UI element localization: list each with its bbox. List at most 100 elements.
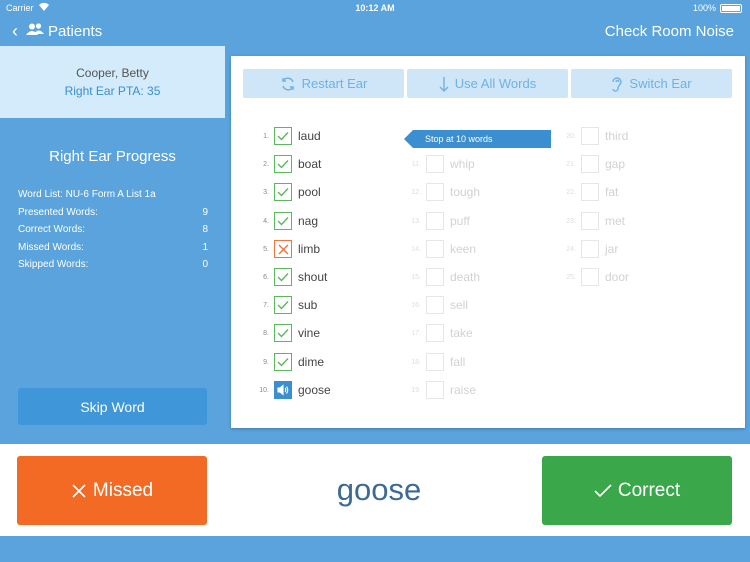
checkbox-empty[interactable] <box>426 296 444 314</box>
stop-at-words-marker[interactable]: Stop at 10 words <box>404 130 551 148</box>
correct-button[interactable]: Correct <box>542 456 732 525</box>
word-number: 5. <box>263 245 269 253</box>
checkbox-empty[interactable] <box>426 183 444 201</box>
patient-name: Cooper, Betty <box>76 66 149 80</box>
word-item[interactable]: 24. jar <box>558 239 618 259</box>
word-item[interactable]: 1. laud <box>251 126 321 146</box>
checkbox-correct[interactable] <box>274 212 292 230</box>
word-text: shout <box>298 270 328 284</box>
check-room-noise-button[interactable]: Check Room Noise <box>605 23 734 40</box>
word-item[interactable]: 16. sell <box>403 295 468 315</box>
check-icon <box>277 358 289 367</box>
checkbox-empty[interactable] <box>581 183 599 201</box>
checkbox-empty[interactable] <box>426 212 444 230</box>
checkbox-empty[interactable] <box>426 240 444 258</box>
checkbox-empty[interactable] <box>581 155 599 173</box>
word-number: 7. <box>263 301 269 309</box>
refresh-icon <box>280 76 296 92</box>
word-item[interactable]: 20. third <box>558 126 628 146</box>
sidebar: Cooper, Betty Right Ear PTA: 35 Right Ea… <box>0 46 225 438</box>
word-text: door <box>605 270 630 284</box>
skip-word-button[interactable]: Skip Word <box>18 388 207 425</box>
word-text: met <box>605 214 626 228</box>
word-item[interactable]: 23. met <box>558 211 625 231</box>
checkbox-empty[interactable] <box>426 324 444 342</box>
word-text: gap <box>605 157 626 171</box>
word-item[interactable]: 4. nag <box>251 211 318 231</box>
switch-ear-label: Switch Ear <box>629 76 692 91</box>
speaker-icon <box>277 384 289 396</box>
word-text: fat <box>605 185 619 199</box>
current-word: goose <box>336 472 422 507</box>
battery-icon <box>720 4 742 13</box>
checkbox-empty[interactable] <box>426 268 444 286</box>
back-label: Patients <box>48 22 103 40</box>
word-item[interactable]: 6. shout <box>251 267 327 287</box>
check-icon <box>277 132 289 141</box>
word-item[interactable]: 5. limb <box>251 239 320 259</box>
word-list-panel: Restart Ear Use All Words Switch Ear 1. l… <box>231 56 745 428</box>
word-item[interactable]: 11. whip <box>403 154 475 174</box>
checkbox-correct[interactable] <box>274 296 292 314</box>
checkbox-empty[interactable] <box>426 381 444 399</box>
back-to-patients-button[interactable]: ‹ Patients <box>12 20 102 42</box>
word-item[interactable]: 14. keen <box>403 239 476 259</box>
word-item[interactable]: 25. door <box>558 267 629 287</box>
checkbox-empty[interactable] <box>426 353 444 371</box>
checkbox-correct[interactable] <box>274 268 292 286</box>
word-number: 21. <box>566 160 576 168</box>
word-item[interactable]: 13. puff <box>403 211 470 231</box>
word-number: 10. <box>259 386 269 394</box>
word-item[interactable]: 17. take <box>403 323 473 343</box>
word-item[interactable]: 9. dime <box>251 352 324 372</box>
people-icon <box>26 22 44 40</box>
word-number: 19. <box>411 386 421 394</box>
ear-icon <box>611 76 623 92</box>
word-item[interactable]: 8. vine <box>251 323 320 343</box>
checkbox-missed[interactable] <box>274 240 292 258</box>
switch-ear-button[interactable]: Switch Ear <box>571 69 732 98</box>
checkbox-empty[interactable] <box>426 155 444 173</box>
checkbox-empty[interactable] <box>581 212 599 230</box>
word-number: 24. <box>566 245 576 253</box>
word-item[interactable]: 15. death <box>403 267 480 287</box>
check-icon <box>277 301 289 310</box>
checkbox-empty[interactable] <box>581 268 599 286</box>
progress-title: Right Ear Progress <box>49 148 176 165</box>
word-number: 8. <box>263 329 269 337</box>
word-text: vine <box>298 326 321 340</box>
word-number: 18. <box>411 358 421 366</box>
word-item[interactable]: 10. goose <box>251 380 331 400</box>
word-number: 13. <box>411 217 421 225</box>
checkbox-correct[interactable] <box>274 353 292 371</box>
checkbox-correct[interactable] <box>274 127 292 145</box>
clock: 10:12 AM <box>355 3 395 13</box>
word-item[interactable]: 2. boat <box>251 154 321 174</box>
word-item[interactable]: 18. fall <box>403 352 465 372</box>
word-number: 20. <box>566 132 576 140</box>
word-number: 3. <box>263 188 269 196</box>
missed-button[interactable]: Missed <box>17 456 207 525</box>
word-number: 25. <box>566 273 576 281</box>
word-item[interactable]: 12. tough <box>403 182 480 202</box>
restart-ear-button[interactable]: Restart Ear <box>243 69 404 98</box>
checkbox-playing[interactable] <box>274 381 292 399</box>
word-item[interactable]: 3. pool <box>251 182 321 202</box>
word-text: tough <box>450 185 481 199</box>
word-item[interactable]: 7. sub <box>251 295 317 315</box>
word-text: goose <box>298 383 331 397</box>
checkbox-empty[interactable] <box>581 240 599 258</box>
checkbox-correct[interactable] <box>274 324 292 342</box>
progress-stats: Word List: NU-6 Form A List 1a Presented… <box>18 189 208 277</box>
word-item[interactable]: 22. fat <box>558 182 618 202</box>
stat-label: Skipped Words: <box>18 259 89 270</box>
checkbox-empty[interactable] <box>581 127 599 145</box>
checkbox-correct[interactable] <box>274 183 292 201</box>
word-item[interactable]: 21. gap <box>558 154 625 174</box>
word-item[interactable]: 19. raise <box>403 380 476 400</box>
word-text: dime <box>298 355 325 369</box>
nav-bar: ‹ Patients Check Room Noise <box>0 16 750 46</box>
word-text: puff <box>450 214 470 228</box>
checkbox-correct[interactable] <box>274 155 292 173</box>
use-all-words-button[interactable]: Use All Words <box>407 69 568 98</box>
